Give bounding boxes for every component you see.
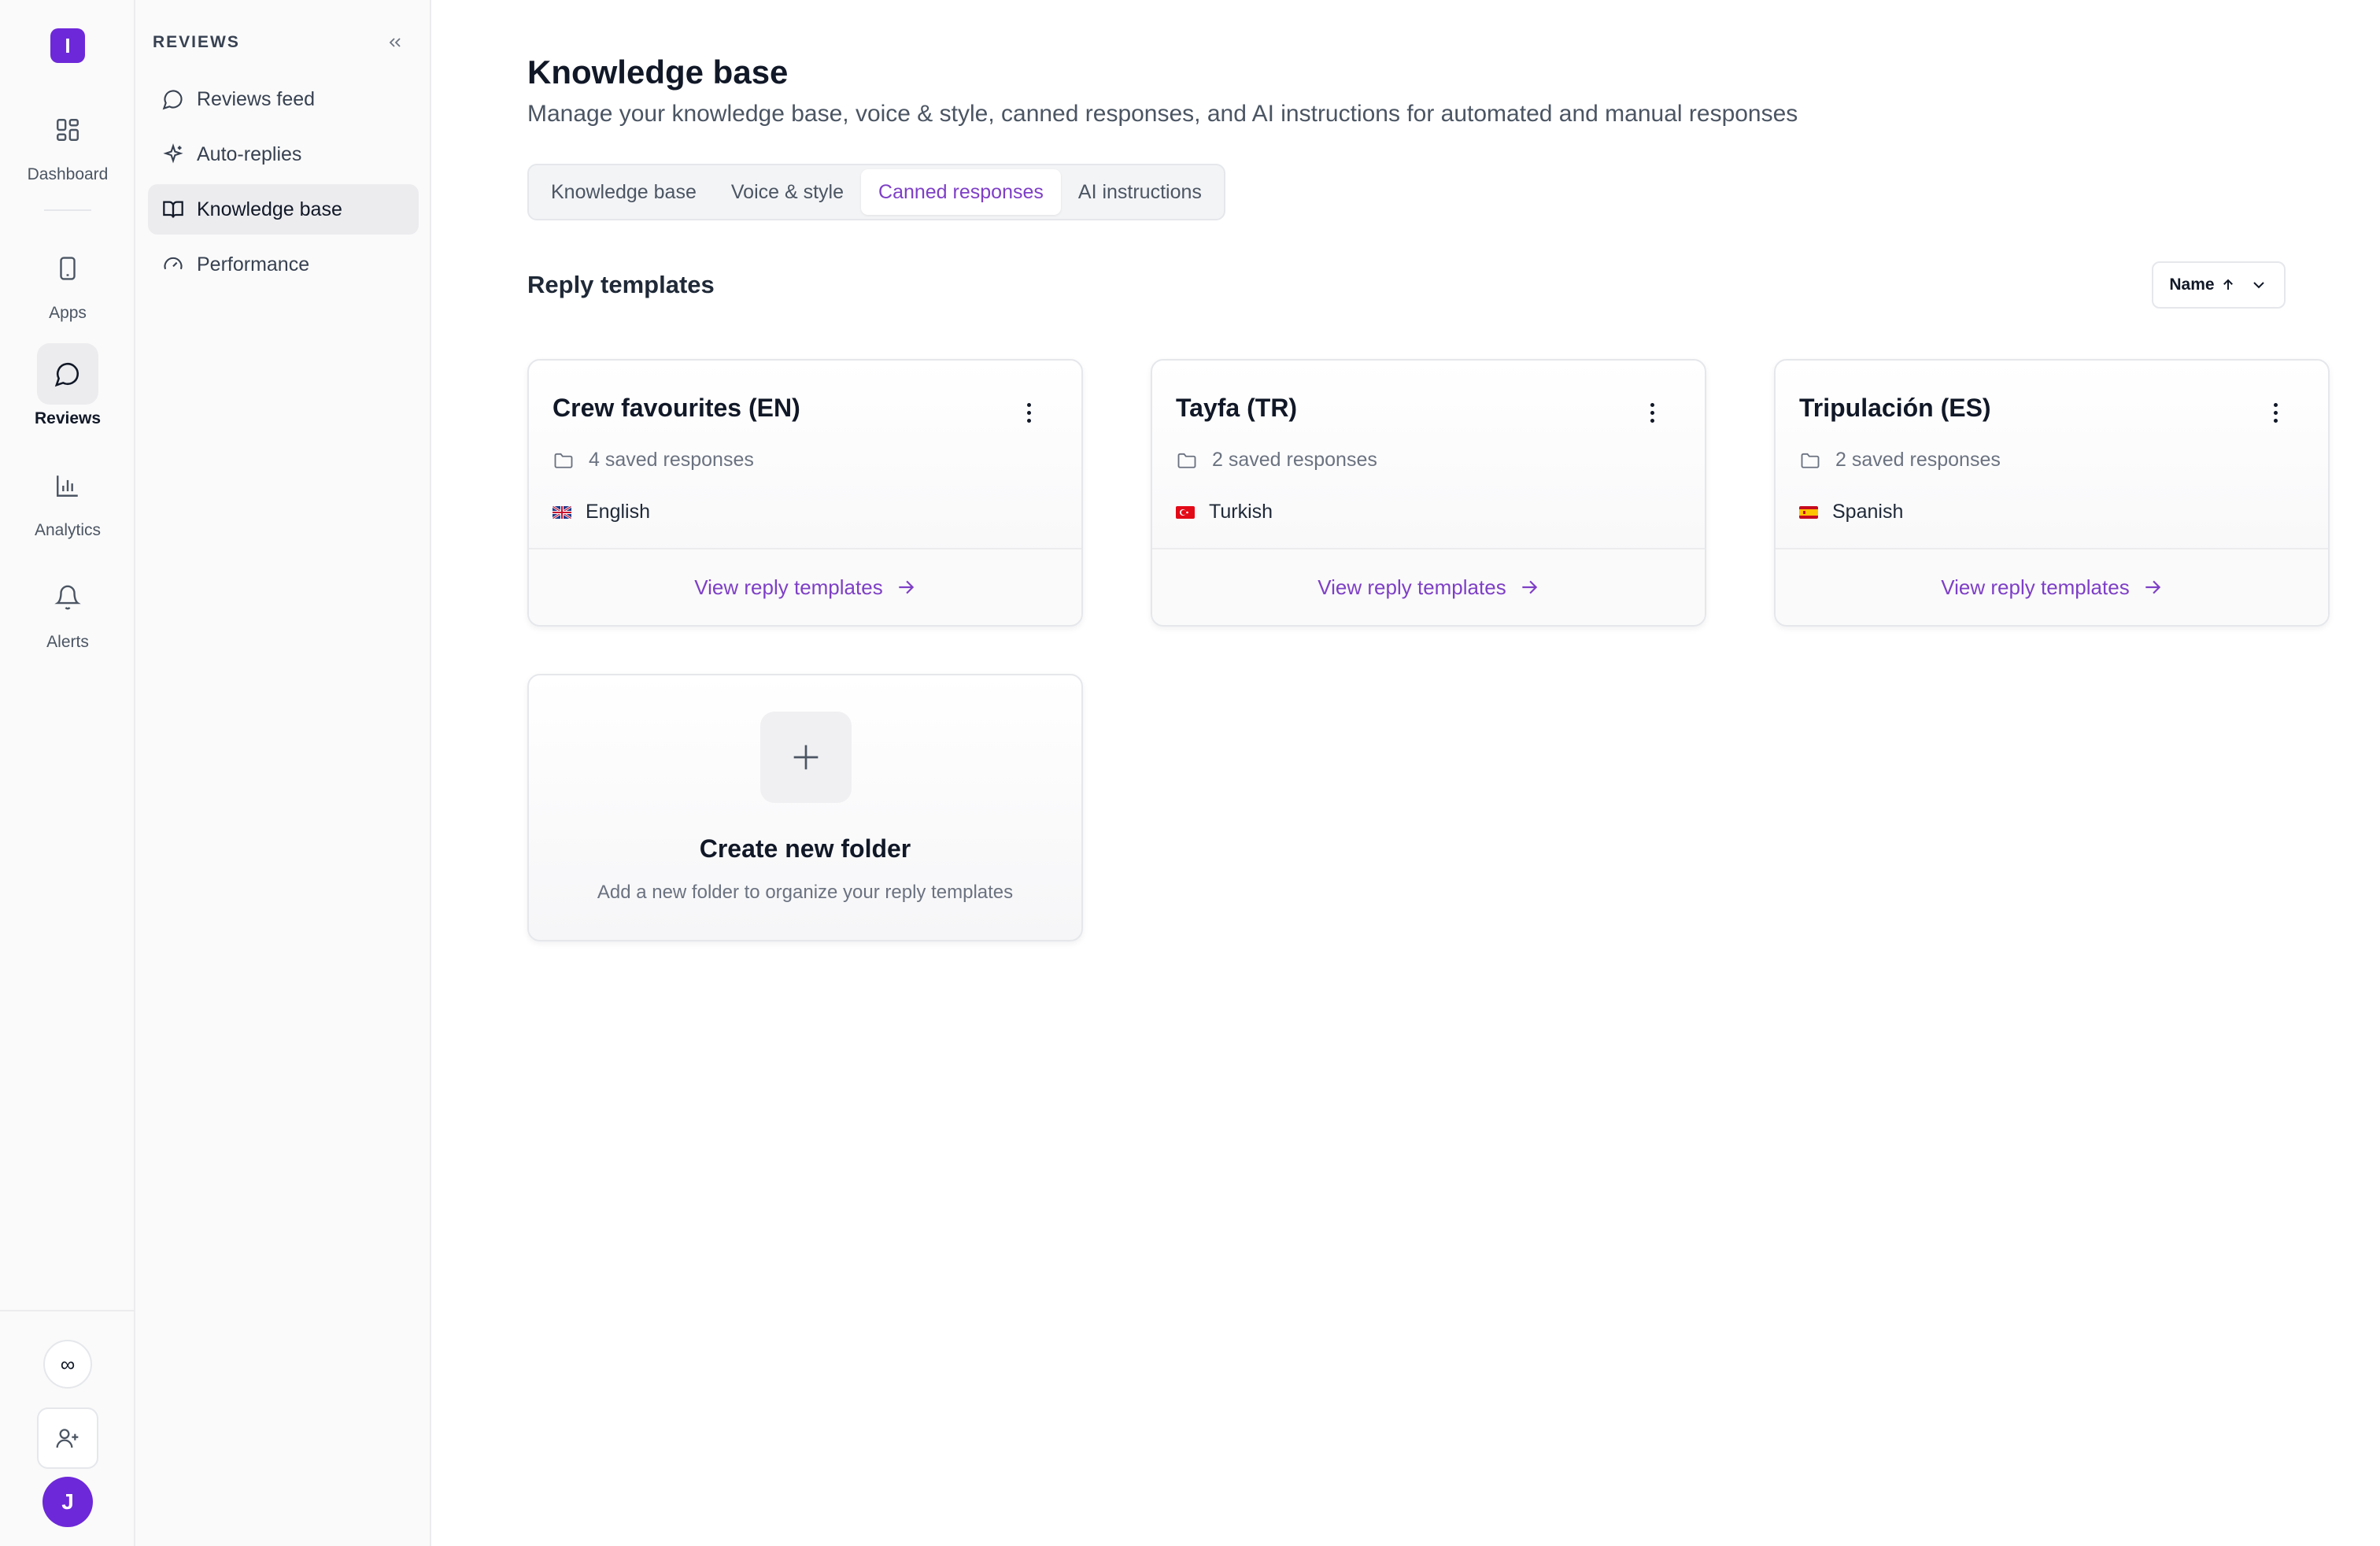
rail-label-analytics: Analytics bbox=[34, 521, 102, 539]
sidebar-item-label: Auto-replies bbox=[197, 142, 302, 165]
more-options-icon[interactable] bbox=[2270, 397, 2281, 428]
folder-count-row: 4 saved responses bbox=[552, 449, 754, 472]
tab-voice-style[interactable]: Voice & style bbox=[714, 169, 861, 215]
view-link-label: View reply templates bbox=[1318, 575, 1506, 599]
reviews-sidebar: REVIEWS Reviews feed Auto-replies Knowle… bbox=[135, 0, 431, 1546]
view-reply-templates-link[interactable]: View reply templates bbox=[1776, 548, 2328, 625]
folder-count: 2 saved responses bbox=[1835, 449, 2001, 471]
rail-label-dashboard: Dashboard bbox=[27, 165, 109, 183]
sidebar-item-auto-replies[interactable]: Auto-replies bbox=[148, 129, 419, 179]
folder-language-row: Spanish bbox=[1799, 501, 1903, 523]
rail-item-apps[interactable]: Apps bbox=[0, 238, 135, 323]
spain-flag-icon bbox=[1799, 505, 1818, 519]
icon-rail: I Dashboard Apps Reviews Analytics Alert… bbox=[0, 0, 135, 1546]
arrow-right-icon bbox=[2145, 580, 2160, 594]
folder-language-row: English bbox=[552, 501, 650, 523]
plus-icon bbox=[760, 712, 852, 803]
create-folder-card[interactable]: Create new folder Add a new folder to or… bbox=[527, 674, 1083, 941]
arrow-up-icon bbox=[2223, 279, 2233, 290]
chevron-down-icon bbox=[2252, 282, 2264, 289]
rail-bottom-divider bbox=[0, 1310, 135, 1311]
sidebar-item-knowledge-base[interactable]: Knowledge base bbox=[148, 184, 419, 235]
folder-icon bbox=[1801, 453, 1820, 468]
folder-title: Crew favourites (EN) bbox=[552, 394, 800, 422]
chevrons-left-icon bbox=[389, 38, 401, 47]
chat-bubble-icon bbox=[37, 343, 98, 405]
sidebar-item-performance[interactable]: Performance bbox=[148, 239, 419, 290]
folder-card[interactable]: Crew favourites (EN) 4 saved responses E… bbox=[527, 359, 1083, 627]
uk-flag-icon bbox=[552, 505, 571, 519]
page-subtitle: Manage your knowledge base, voice & styl… bbox=[527, 101, 1798, 127]
more-options-icon[interactable] bbox=[1023, 397, 1034, 428]
tab-ai-instructions[interactable]: AI instructions bbox=[1061, 169, 1219, 215]
rail-item-dashboard[interactable]: Dashboard bbox=[0, 99, 135, 184]
arrow-right-icon bbox=[899, 580, 914, 594]
tab-knowledge-base[interactable]: Knowledge base bbox=[534, 169, 714, 215]
sidebar-title: REVIEWS bbox=[153, 33, 240, 51]
folder-language: Spanish bbox=[1832, 501, 1904, 523]
invite-user-button[interactable] bbox=[37, 1407, 98, 1469]
bell-icon bbox=[37, 567, 98, 628]
turkey-flag-icon bbox=[1176, 505, 1195, 519]
sort-dropdown[interactable]: Name bbox=[2152, 261, 2286, 309]
sidebar-item-label: Performance bbox=[197, 253, 310, 276]
sort-label: Name bbox=[2169, 276, 2215, 294]
view-link-label: View reply templates bbox=[1941, 575, 2130, 599]
sparkle-icon bbox=[163, 143, 183, 164]
tab-canned-responses[interactable]: Canned responses bbox=[861, 169, 1061, 215]
sidebar-item-label: Knowledge base bbox=[197, 198, 342, 220]
view-reply-templates-link[interactable]: View reply templates bbox=[1152, 548, 1705, 625]
dashboard-icon bbox=[37, 99, 98, 161]
page-title: Knowledge base bbox=[527, 54, 789, 91]
phone-icon bbox=[37, 238, 98, 299]
rail-label-alerts: Alerts bbox=[46, 633, 89, 651]
rail-label-apps: Apps bbox=[49, 304, 87, 322]
folder-card[interactable]: Tripulación (ES) 2 saved responses Spani… bbox=[1774, 359, 2330, 627]
avatar[interactable]: J bbox=[42, 1477, 93, 1527]
folder-count: 2 saved responses bbox=[1212, 449, 1377, 471]
sidebar-item-reviews-feed[interactable]: Reviews feed bbox=[148, 74, 419, 124]
folder-title: Tripulación (ES) bbox=[1799, 394, 1991, 422]
rail-item-analytics[interactable]: Analytics bbox=[0, 455, 135, 540]
book-icon bbox=[163, 201, 183, 218]
folder-card[interactable]: Tayfa (TR) 2 saved responses Turkish Vie… bbox=[1151, 359, 1706, 627]
folder-icon bbox=[554, 453, 573, 468]
section-title: Reply templates bbox=[527, 271, 715, 298]
folder-language: Turkish bbox=[1209, 501, 1273, 523]
rail-label-reviews: Reviews bbox=[34, 409, 102, 427]
collapse-sidebar-button[interactable] bbox=[382, 30, 408, 55]
view-reply-templates-link[interactable]: View reply templates bbox=[529, 548, 1081, 625]
folder-language-row: Turkish bbox=[1176, 501, 1273, 523]
rail-divider bbox=[44, 209, 91, 211]
bar-chart-icon bbox=[37, 455, 98, 516]
gauge-icon bbox=[164, 257, 183, 270]
arrow-right-icon bbox=[1522, 580, 1537, 594]
create-folder-subtitle: Add a new folder to organize your reply … bbox=[597, 882, 1014, 903]
folder-count-row: 2 saved responses bbox=[1176, 449, 1377, 472]
folder-language: English bbox=[586, 501, 650, 523]
create-folder-title: Create new folder bbox=[699, 834, 911, 863]
app-logo[interactable]: I bbox=[50, 28, 85, 63]
sidebar-item-label: Reviews feed bbox=[197, 87, 316, 110]
folder-title: Tayfa (TR) bbox=[1176, 394, 1298, 422]
rail-item-alerts[interactable]: Alerts bbox=[0, 567, 135, 652]
app-root: I Dashboard Apps Reviews Analytics Alert… bbox=[0, 0, 2380, 1546]
infinity-button[interactable]: ∞ bbox=[43, 1340, 92, 1389]
folder-count: 4 saved responses bbox=[589, 449, 754, 471]
folder-count-row: 2 saved responses bbox=[1799, 449, 2001, 472]
main-content: Knowledge base Manage your knowledge bas… bbox=[431, 0, 2380, 1546]
user-plus-icon bbox=[56, 1429, 79, 1448]
chat-bubble-icon bbox=[162, 90, 183, 110]
rail-item-reviews[interactable]: Reviews bbox=[0, 343, 135, 428]
tab-bar: Knowledge base Voice & style Canned resp… bbox=[527, 164, 1225, 220]
folder-icon bbox=[1177, 453, 1196, 468]
view-link-label: View reply templates bbox=[694, 575, 883, 599]
more-options-icon[interactable] bbox=[1646, 397, 1658, 428]
